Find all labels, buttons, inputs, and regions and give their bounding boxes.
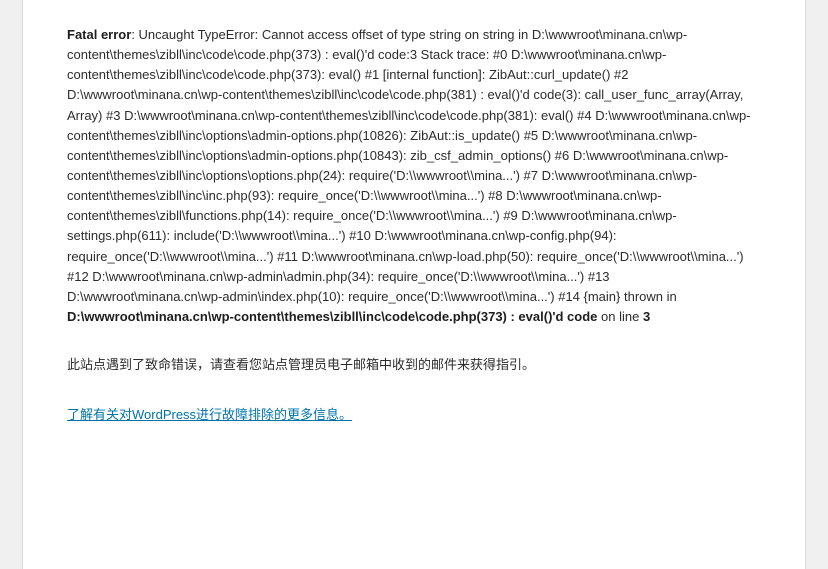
thrown-in-path: D:\wwwroot\minana.cn\wp-content\themes\z… [67,309,597,324]
error-panel: Fatal error: Uncaught TypeError: Cannot … [22,0,806,569]
site-critical-error-message: 此站点遇到了致命错误，请查看您站点管理员电子邮箱中收到的邮件来获得指引。 [67,355,761,375]
php-fatal-error-block: Fatal error: Uncaught TypeError: Cannot … [67,25,761,327]
on-line-label: on line [597,309,643,324]
stack-trace-text: : Uncaught TypeError: Cannot access offs… [67,27,751,304]
fatal-error-label: Fatal error [67,27,131,42]
line-number: 3 [643,309,650,324]
troubleshoot-link[interactable]: 了解有关对WordPress进行故障排除的更多信息。 [67,405,352,425]
